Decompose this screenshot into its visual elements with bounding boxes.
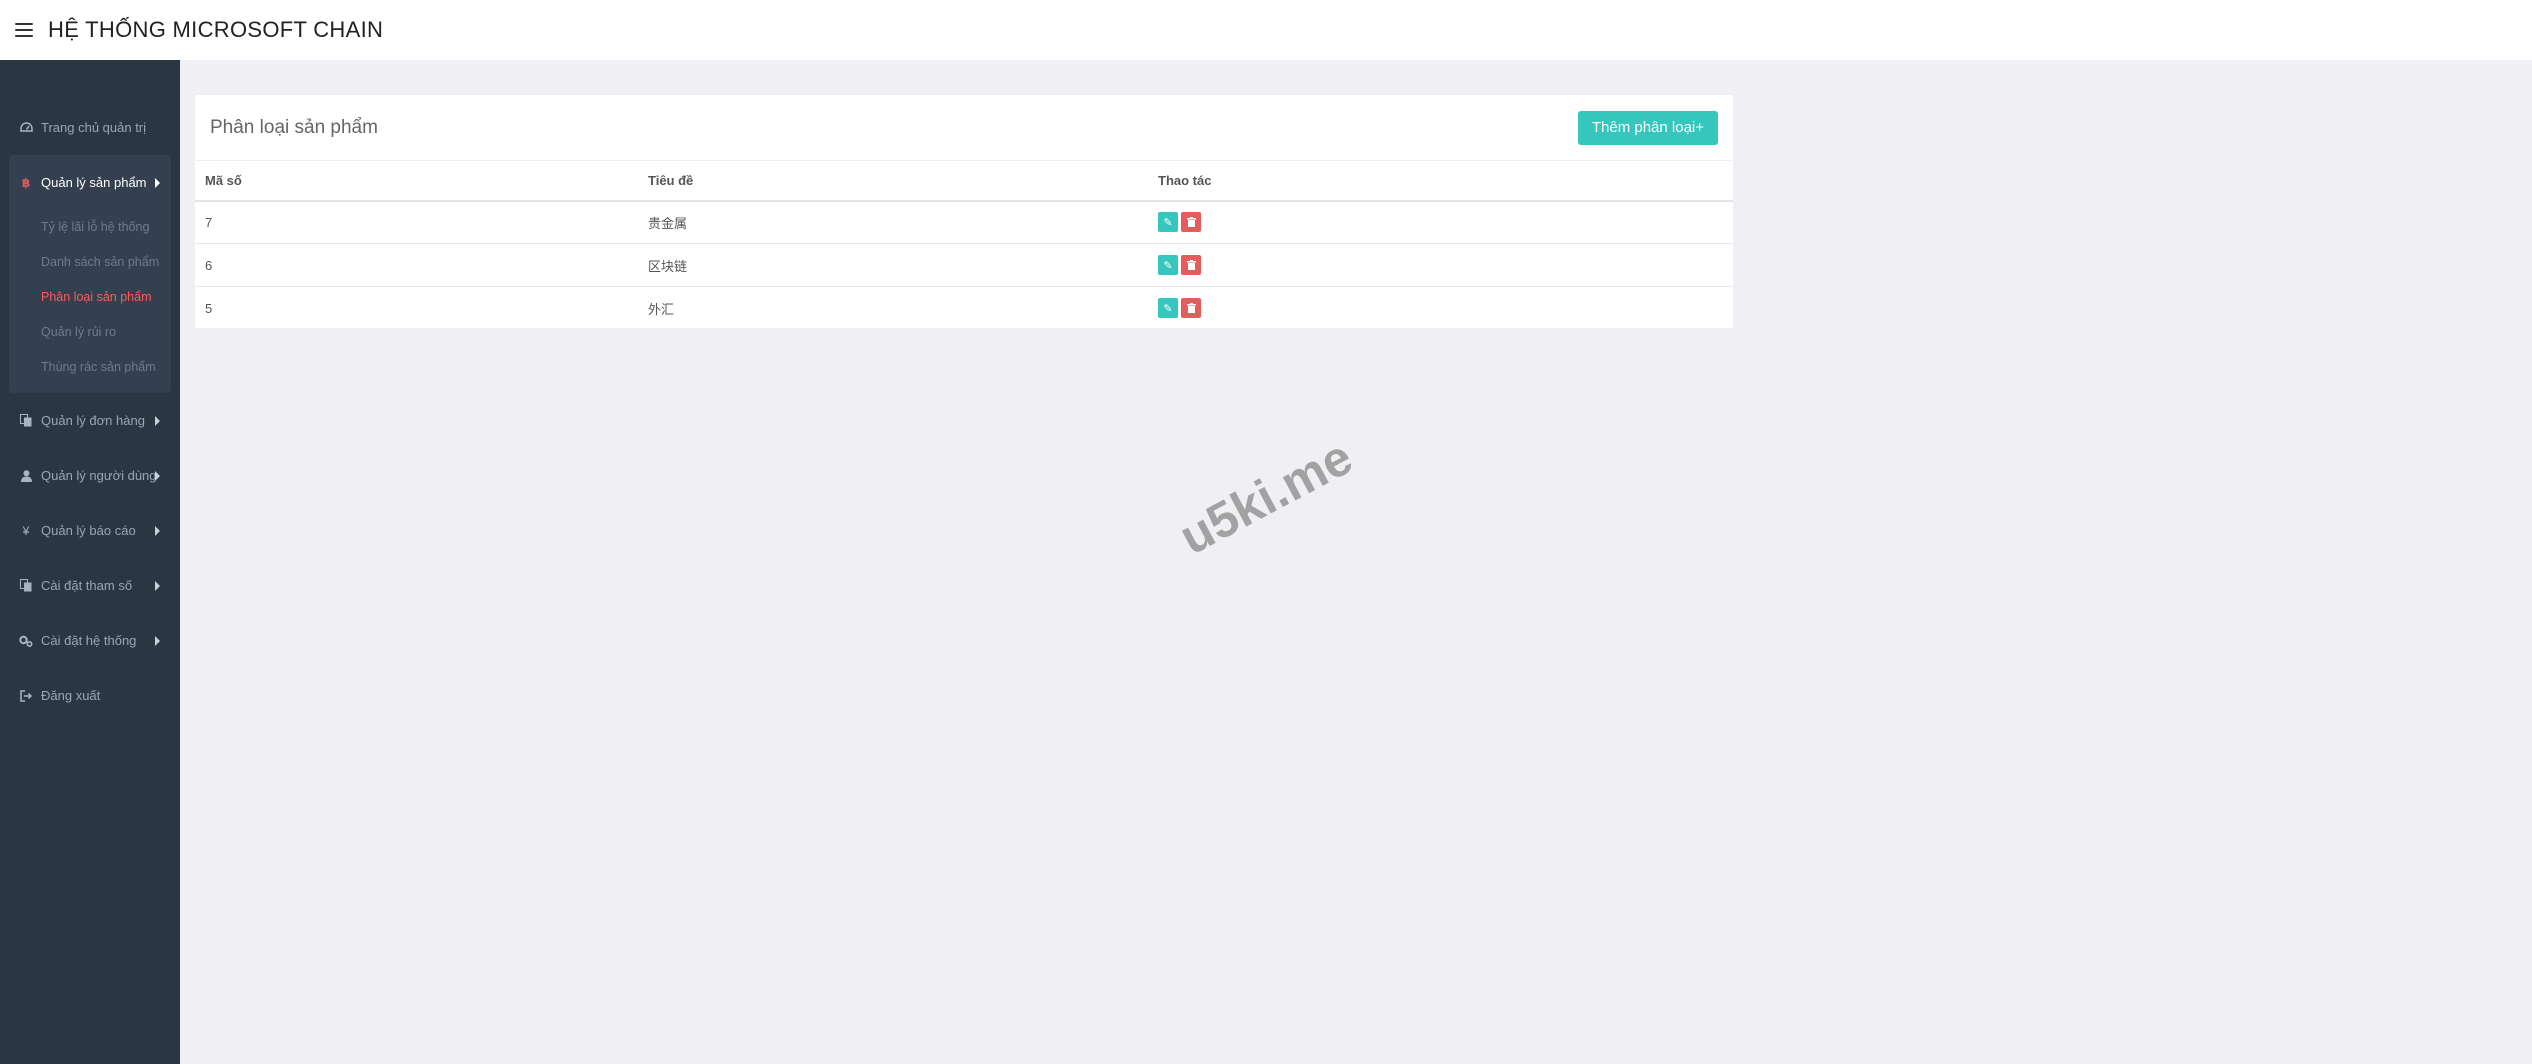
sidebar-item-label: Cài đặt tham số bbox=[41, 578, 133, 593]
cell-title: 外汇 bbox=[648, 301, 675, 317]
trash-icon[interactable] bbox=[1181, 212, 1201, 233]
sidebar-item-label: Quản lý sản phẩm bbox=[41, 175, 147, 190]
trash-icon[interactable] bbox=[1181, 298, 1201, 319]
app-title: HỆ THỐNG MICROSOFT CHAIN bbox=[48, 17, 384, 42]
trash-icon[interactable] bbox=[1181, 255, 1201, 275]
copy-icon bbox=[19, 579, 33, 593]
sidebar-subitem-profit-ratio[interactable]: Tỷ lệ lãi lỗ hệ thống bbox=[9, 210, 171, 245]
copy-icon bbox=[19, 414, 33, 428]
sidebar-item-label: Đăng xuất bbox=[41, 688, 101, 703]
cell-title: 区块链 bbox=[638, 243, 1148, 287]
edit-icon[interactable]: ✎ bbox=[1158, 298, 1178, 319]
sidebar-subitem-product-trash[interactable]: Thùng rác sản phẩm bbox=[9, 350, 171, 385]
sidebar-item-label: Quản lý người dùng bbox=[41, 468, 157, 483]
sidebar-item-label: Quản lý báo cáo bbox=[41, 523, 136, 538]
sidebar-item-label: Quản lý đơn hàng bbox=[41, 413, 145, 428]
sidebar-subitem-product-list[interactable]: Danh sách sản phẩm bbox=[9, 245, 171, 280]
table-row: 7 贵金属 ✎ bbox=[195, 200, 1733, 244]
sidebar-item-orders[interactable]: Quản lý đơn hàng bbox=[0, 393, 180, 448]
bitcoin-icon: ฿ bbox=[21, 175, 31, 190]
sidebar-subitem-risk-management[interactable]: Quản lý rủi ro bbox=[9, 315, 171, 350]
table-header-row: Mã số Tiêu đề Thao tác bbox=[195, 160, 1733, 202]
table-row: 6 区块链 ✎ bbox=[195, 243, 1733, 287]
caret-right-icon bbox=[155, 470, 160, 481]
sidebar-item-parameters[interactable]: Cài đặt tham số bbox=[0, 558, 180, 613]
caret-right-icon bbox=[155, 635, 160, 646]
sign-out-icon bbox=[19, 689, 33, 703]
column-header-id: Mã số bbox=[195, 160, 638, 202]
user-icon bbox=[19, 469, 33, 483]
sidebar-item-dashboard[interactable]: Trang chủ quản trị bbox=[0, 100, 180, 155]
sidebar-subitem-product-category[interactable]: Phân loại sản phẩm bbox=[9, 280, 171, 315]
caret-right-icon bbox=[155, 415, 160, 426]
panel-header: Phân loại sản phẩm Thêm phân loại+ bbox=[195, 95, 1733, 160]
watermark: u5ki.me bbox=[1170, 428, 1362, 566]
cell-id: 6 bbox=[195, 243, 638, 287]
sidebar-item-users[interactable]: Quản lý người dùng bbox=[0, 448, 180, 503]
menu-toggle-icon[interactable] bbox=[15, 23, 33, 37]
sidebar-item-products[interactable]: ฿ Quản lý sản phẩm bbox=[9, 155, 171, 210]
page-title: Phân loại sản phẩm bbox=[210, 116, 378, 138]
gears-icon bbox=[19, 634, 33, 648]
yen-icon: ¥ bbox=[22, 523, 30, 538]
cell-id: 5 bbox=[205, 300, 213, 316]
sidebar-item-label: Trang chủ quản trị bbox=[41, 120, 147, 135]
cell-actions: ✎ bbox=[1148, 287, 1733, 330]
caret-right-icon bbox=[155, 177, 160, 188]
category-panel: Phân loại sản phẩm Thêm phân loại+ Mã số… bbox=[195, 95, 1733, 328]
cell-title: 贵金属 bbox=[638, 200, 1148, 244]
sidebar: Trang chủ quản trị ฿ Quản lý sản phẩm Tỷ… bbox=[0, 60, 180, 1064]
add-category-button[interactable]: Thêm phân loại+ bbox=[1577, 110, 1718, 145]
caret-right-icon bbox=[155, 580, 160, 591]
caret-right-icon bbox=[155, 525, 160, 536]
edit-icon[interactable]: ✎ bbox=[1158, 255, 1178, 275]
cell-actions: ✎ bbox=[1148, 200, 1733, 244]
cell-actions: ✎ bbox=[1148, 243, 1733, 287]
sidebar-group-products: ฿ Quản lý sản phẩm Tỷ lệ lãi lỗ hệ thống… bbox=[9, 155, 171, 393]
column-header-title: Tiêu đề bbox=[638, 160, 1148, 202]
sidebar-item-system-settings[interactable]: Cài đặt hệ thống bbox=[0, 613, 180, 668]
category-table: Mã số Tiêu đề Thao tác 7 贵金属 ✎ 6 区块链 ✎ 5… bbox=[195, 160, 1733, 330]
sidebar-item-logout[interactable]: Đăng xuất bbox=[0, 668, 180, 723]
cell-id: 7 bbox=[195, 200, 638, 244]
sidebar-item-reports[interactable]: ¥ Quản lý báo cáo bbox=[0, 503, 180, 558]
table-row: 5 外汇 ✎ bbox=[195, 287, 1733, 330]
column-header-actions: Thao tác bbox=[1148, 160, 1733, 202]
dashboard-icon bbox=[19, 121, 33, 135]
sidebar-item-label: Cài đặt hệ thống bbox=[41, 633, 137, 648]
edit-icon[interactable]: ✎ bbox=[1158, 212, 1178, 233]
top-header: HỆ THỐNG MICROSOFT CHAIN bbox=[0, 0, 2532, 60]
